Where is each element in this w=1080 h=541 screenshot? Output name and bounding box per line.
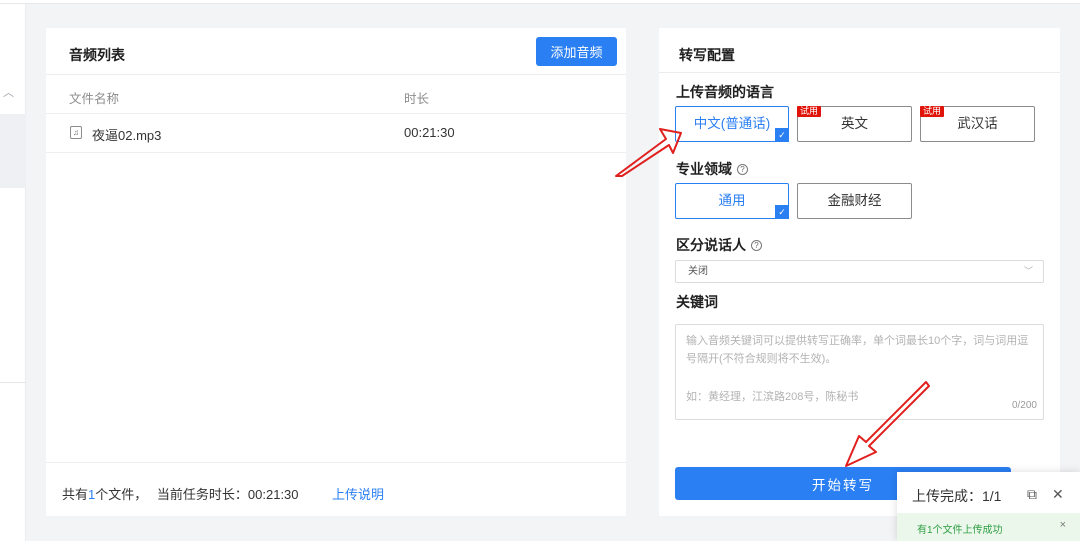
close-icon[interactable]: ✕ xyxy=(1052,486,1064,503)
chevron-down-icon: ﹀ xyxy=(1023,266,1033,276)
option-label: 英文 xyxy=(841,116,868,131)
domain-option-finance[interactable]: 金融财经 xyxy=(797,183,912,219)
option-label: 通用 xyxy=(718,193,746,208)
top-bar xyxy=(0,0,1080,4)
footer-summary: 共有1个文件， 当前任务时长：00:21:30 xyxy=(62,484,299,503)
help-icon[interactable]: ? xyxy=(737,164,748,175)
keywords-placeholder: 输入音频关键词可以提供转写正确率，单个词最长10个字，词与词用逗号隔开(不符合规… xyxy=(686,335,1029,365)
add-audio-button[interactable]: 添加音频 xyxy=(536,37,617,66)
column-header-filename: 文件名称 xyxy=(69,92,120,106)
option-label: 金融财经 xyxy=(827,193,882,208)
option-label: 中文(普通话) xyxy=(693,116,771,131)
language-option-english[interactable]: 试用 英文 xyxy=(797,106,912,142)
minimize-icon[interactable]: ⧉ xyxy=(1027,486,1037,503)
footer-divider xyxy=(46,462,626,463)
column-header-duration: 时长 xyxy=(404,92,430,106)
left-sidebar: ︿ xyxy=(0,4,26,541)
language-option-wuhan[interactable]: 试用 武汉话 xyxy=(920,106,1035,142)
keywords-placeholder-example: 如：黄经理，江滨路208号，陈秘书 xyxy=(686,391,859,403)
speaker-select-value: 关闭 xyxy=(688,266,708,277)
domain-label-text: 专业领域 xyxy=(676,161,732,177)
duration-label: 当前任务时长： xyxy=(156,487,248,502)
close-icon[interactable]: × xyxy=(1060,519,1066,531)
toast-success-bar: 有1个文件上传成功 × xyxy=(897,513,1080,541)
footer-prefix: 共有 xyxy=(62,487,89,502)
config-title: 转写配置 xyxy=(679,47,735,63)
transcription-config-panel: 转写配置 上传音频的语言 中文(普通话) ✓ 试用 英文 试用 武汉话 专业领域… xyxy=(659,28,1060,516)
upload-toast: 上传完成：1/1 ⧉ ✕ 有1个文件上传成功 × xyxy=(897,472,1080,541)
check-icon: ✓ xyxy=(775,128,789,142)
trial-badge: 试用 xyxy=(920,106,945,117)
chevron-up-icon[interactable]: ︿ xyxy=(3,84,14,100)
audio-list-title: 音频列表 xyxy=(69,47,125,63)
speaker-label: 区分说话人? xyxy=(676,235,762,255)
char-counter: 0/200 xyxy=(1011,400,1037,411)
keywords-input[interactable]: 输入音频关键词可以提供转写正确率，单个词最长10个字，词与词用逗号隔开(不符合规… xyxy=(675,324,1044,420)
table-header-divider xyxy=(46,113,626,114)
option-label: 武汉话 xyxy=(957,116,998,131)
speaker-select[interactable]: 关闭 ﹀ xyxy=(675,260,1044,283)
file-duration: 00:21:30 xyxy=(404,125,455,140)
toast-title: 上传完成：1/1 xyxy=(912,488,1002,504)
row-divider xyxy=(46,152,626,153)
speaker-label-text: 区分说话人 xyxy=(676,237,746,253)
file-name: 夜逼02.mp3 xyxy=(92,128,162,143)
language-option-mandarin[interactable]: 中文(普通话) ✓ xyxy=(675,106,789,142)
footer-suffix: 个文件， xyxy=(95,487,148,502)
config-header-divider xyxy=(659,72,1060,73)
keywords-label: 关键词 xyxy=(676,294,718,310)
domain-option-general[interactable]: 通用 ✓ xyxy=(675,183,789,219)
music-file-icon: ♫ xyxy=(70,126,82,139)
duration-value: 00:21:30 xyxy=(247,487,299,502)
check-icon: ✓ xyxy=(775,205,789,219)
help-icon[interactable]: ? xyxy=(751,240,762,251)
sidebar-selected-item[interactable] xyxy=(0,114,26,188)
domain-label: 专业领域? xyxy=(676,159,748,179)
audio-list-panel: 音频列表 添加音频 文件名称 时长 ♫ 夜逼02.mp3 00:21:30 共有… xyxy=(46,28,626,516)
header-divider xyxy=(46,74,626,75)
upload-help-link[interactable]: 上传说明 xyxy=(332,484,384,503)
sidebar-divider xyxy=(0,382,26,383)
trial-badge: 试用 xyxy=(797,106,822,117)
toast-message: 有1个文件上传成功 xyxy=(917,525,1003,536)
language-label: 上传音频的语言 xyxy=(676,84,774,100)
